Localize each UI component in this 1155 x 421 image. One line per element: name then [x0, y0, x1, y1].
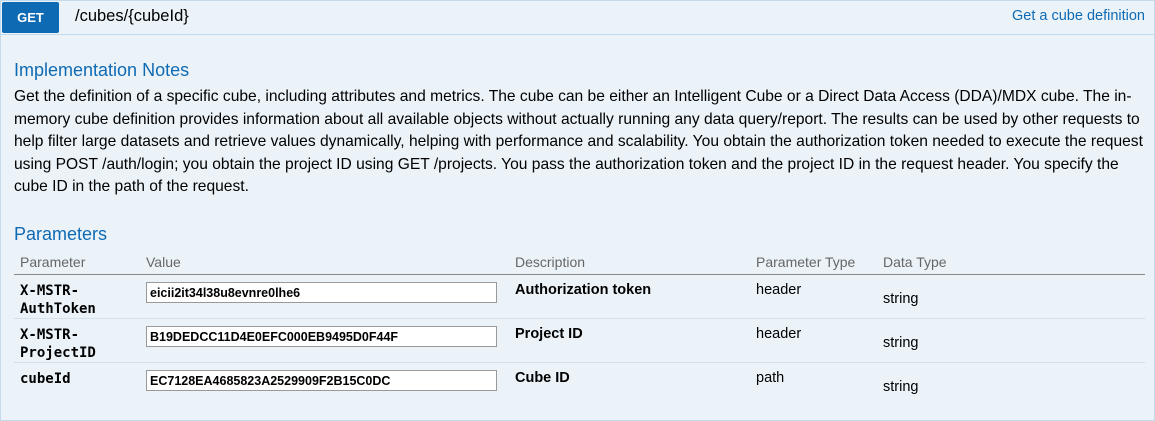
param-name-line1: X-MSTR-: [20, 283, 80, 299]
param-type-cell: header: [750, 318, 877, 363]
param-name: X-MSTR- AuthToken: [20, 282, 134, 318]
param-value-cell: [140, 363, 509, 409]
auth-token-input[interactable]: [146, 282, 497, 303]
param-description: Project ID: [515, 326, 583, 342]
cube-id-input[interactable]: [146, 370, 497, 391]
endpoint-panel: GET /cubes/{cubeId} Get a cube definitio…: [0, 0, 1155, 421]
table-row: cubeId Cube ID path string: [14, 363, 1145, 409]
param-description: Cube ID: [515, 370, 570, 386]
column-header-data-type: Data Type: [877, 250, 1145, 275]
param-type-cell: path: [750, 363, 877, 409]
param-type: header: [756, 326, 802, 342]
project-id-input[interactable]: [146, 326, 497, 347]
param-name: cubeId: [20, 371, 71, 387]
endpoint-path[interactable]: /cubes/{cubeId}: [75, 7, 189, 26]
column-header-parameter: Parameter: [14, 250, 140, 275]
param-type-cell: header: [750, 274, 877, 319]
implementation-notes-title: Implementation Notes: [14, 60, 190, 80]
param-name-line2: ProjectID: [20, 345, 96, 361]
table-row: X-MSTR- AuthToken Authorization token he…: [14, 274, 1145, 319]
param-description-cell: Cube ID: [509, 363, 750, 409]
endpoint-heading[interactable]: GET /cubes/{cubeId} Get a cube definitio…: [1, 1, 1154, 35]
parameters-header-row: Parameter Value Description Parameter Ty…: [14, 250, 1145, 275]
column-header-value: Value: [140, 250, 509, 275]
param-name-cell: X-MSTR- AuthToken: [14, 274, 140, 319]
column-header-description: Description: [509, 250, 750, 275]
data-type-cell: string: [877, 274, 1145, 319]
param-type: header: [756, 282, 802, 298]
param-name: X-MSTR- ProjectID: [20, 326, 134, 362]
parameters-title: Parameters: [14, 224, 108, 244]
data-type-cell: string: [877, 318, 1145, 363]
table-row: X-MSTR- ProjectID Project ID header stri…: [14, 318, 1145, 363]
param-value-cell: [140, 318, 509, 363]
data-type-cell: string: [877, 363, 1145, 409]
data-type: string: [883, 335, 919, 351]
param-description-cell: Project ID: [509, 318, 750, 363]
param-type: path: [756, 370, 785, 386]
param-name-line1: X-MSTR-: [20, 327, 80, 343]
http-method-badge[interactable]: GET: [2, 2, 59, 33]
param-description-cell: Authorization token: [509, 274, 750, 319]
param-name-cell: cubeId: [14, 363, 140, 409]
column-header-parameter-type: Parameter Type: [750, 250, 877, 275]
endpoint-summary-link[interactable]: Get a cube definition: [1012, 8, 1145, 24]
data-type: string: [883, 291, 919, 307]
parameters-table: Parameter Value Description Parameter Ty…: [14, 250, 1145, 409]
param-name-line2: AuthToken: [20, 301, 96, 317]
param-description: Authorization token: [515, 282, 652, 298]
param-value-cell: [140, 274, 509, 319]
data-type: string: [883, 379, 919, 395]
param-name-cell: X-MSTR- ProjectID: [14, 318, 140, 363]
implementation-notes-body: Get the definition of a specific cube, i…: [14, 88, 1143, 195]
